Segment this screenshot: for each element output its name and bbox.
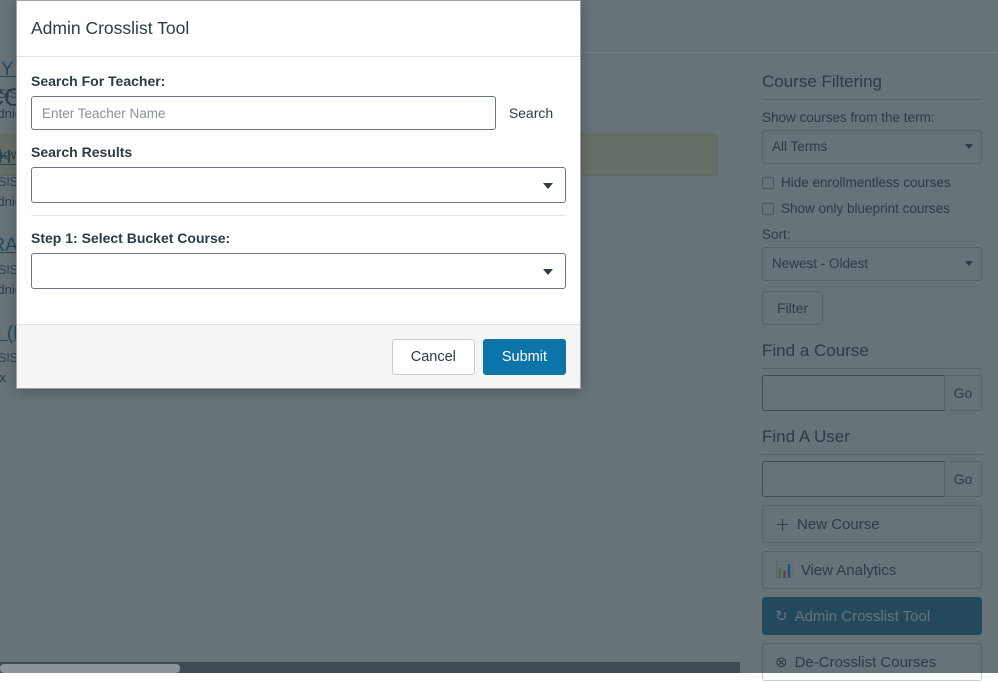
chevron-down-icon <box>543 269 553 275</box>
admin-crosslist-tool-modal: Admin Crosslist Tool Search For Teacher:… <box>16 0 581 389</box>
teacher-search-row: Search <box>31 96 566 130</box>
modal-footer: Cancel Submit <box>17 324 580 388</box>
search-results-select[interactable] <box>31 167 566 203</box>
modal-body: Search For Teacher: Search Search Result… <box>17 57 580 324</box>
submit-button[interactable]: Submit <box>483 339 566 375</box>
cancel-button[interactable]: Cancel <box>392 339 475 375</box>
modal-header: Admin Crosslist Tool <box>17 1 580 57</box>
horizontal-scrollbar-thumb[interactable] <box>0 664 180 673</box>
chevron-down-icon <box>543 183 553 189</box>
modal-title: Admin Crosslist Tool <box>31 18 189 39</box>
horizontal-scrollbar[interactable] <box>0 662 740 673</box>
step1-label: Step 1: Select Bucket Course: <box>31 230 566 246</box>
modal-divider <box>31 215 566 216</box>
search-results-label: Search Results <box>31 144 566 160</box>
overlay-divider <box>580 52 998 53</box>
teacher-search-input[interactable] <box>31 96 496 130</box>
bucket-course-select[interactable] <box>31 253 566 289</box>
search-button[interactable]: Search <box>496 96 566 130</box>
search-teacher-label: Search For Teacher: <box>31 73 566 89</box>
